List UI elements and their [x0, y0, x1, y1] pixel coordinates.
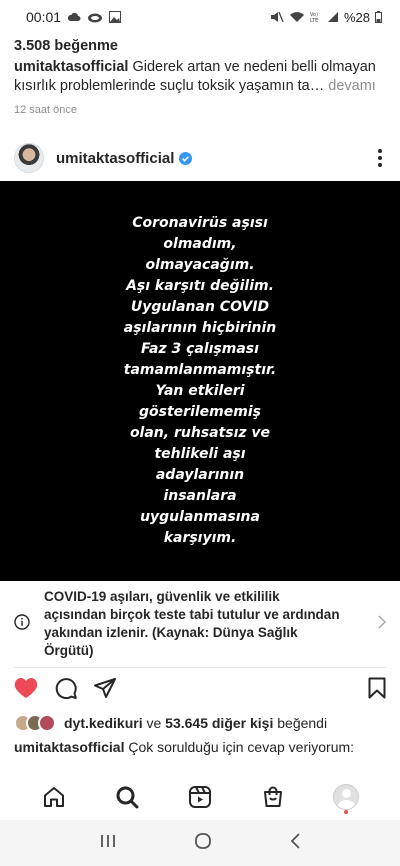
like-heart-icon[interactable]	[14, 677, 38, 704]
covid-info-text: COVID-19 aşıları, güvenlik ve etkililik …	[44, 589, 340, 658]
more-options-button[interactable]	[374, 143, 386, 173]
signal-icon	[327, 11, 339, 23]
battery-icon	[375, 11, 382, 23]
divider	[14, 667, 386, 668]
status-bar: 00:01 Vo) LTE %28	[0, 0, 400, 34]
search-icon[interactable]	[109, 779, 145, 815]
post-image-text: Coronavirüs aşısı olmadım, olmayacağım. …	[123, 215, 277, 546]
verified-badge-icon	[179, 151, 193, 165]
android-navigation-bar	[0, 820, 400, 866]
post-author-username[interactable]: umitaktasofficial	[56, 150, 174, 167]
reels-icon[interactable]	[182, 779, 218, 815]
cloud-icon	[67, 12, 81, 22]
wifi-icon	[289, 11, 305, 23]
home-icon[interactable]	[36, 779, 72, 815]
recent-apps-icon[interactable]	[99, 833, 117, 854]
previous-post-footer: 3.508 beğenme umitaktasofficial Giderek …	[14, 38, 386, 116]
previous-post-caption[interactable]: umitaktasofficial Giderek artan ve neden…	[14, 58, 386, 96]
back-icon[interactable]	[289, 832, 301, 855]
post-header: umitaktasofficial	[0, 138, 400, 178]
caption-username[interactable]: umitaktasofficial	[14, 739, 124, 755]
mute-icon	[270, 11, 284, 23]
liked-by-row[interactable]: dyt.kedikuri ve 53.645 diğer kişi beğend…	[14, 712, 394, 734]
status-time: 00:01	[26, 9, 62, 25]
caption-more-link[interactable]: devamı	[328, 78, 376, 94]
caption-text: Çok sorulduğu için cevap veriyorum:	[128, 739, 355, 755]
post-image[interactable]: Coronavirüs aşısı olmadım, olmayacağım. …	[0, 181, 400, 581]
previous-post-likes[interactable]: 3.508 beğenme	[14, 38, 386, 54]
comment-icon[interactable]	[55, 677, 77, 704]
dot-icon	[378, 149, 382, 153]
liked-by-conjunction: ve	[146, 715, 162, 731]
share-icon[interactable]	[94, 677, 116, 703]
covid-info-banner[interactable]: COVID-19 aşıları, güvenlik ve etkililik …	[0, 584, 400, 664]
status-left: 00:01	[26, 9, 122, 25]
dot-icon	[378, 163, 382, 167]
previous-post-time: 12 saat önce	[14, 104, 77, 116]
post-actions	[0, 676, 400, 704]
battery-percent: %28	[343, 9, 370, 25]
profile-icon	[332, 784, 359, 810]
liker-avatar	[38, 714, 56, 732]
liked-by-avatars	[14, 714, 56, 732]
save-bookmark-icon[interactable]	[368, 677, 386, 704]
shop-icon[interactable]	[255, 779, 291, 815]
profile-tab[interactable]	[328, 779, 364, 815]
post-caption[interactable]: umitaktasofficial Çok sorulduğu için cev…	[14, 739, 354, 755]
liked-by-username[interactable]: dyt.kedikuri	[64, 715, 143, 731]
bottom-navigation	[0, 776, 400, 818]
home-circle-icon[interactable]	[194, 832, 212, 855]
svg-text:LTE: LTE	[310, 18, 318, 23]
previous-post-username[interactable]: umitaktasofficial	[14, 59, 128, 75]
volte-icon: Vo) LTE	[310, 11, 322, 23]
notification-dot	[343, 810, 348, 814]
status-right: Vo) LTE %28	[270, 10, 382, 25]
post-author-avatar[interactable]	[14, 143, 44, 173]
cloud-sun-icon	[87, 12, 103, 23]
gallery-icon	[109, 11, 122, 23]
dot-icon	[378, 156, 382, 160]
info-icon	[14, 613, 30, 635]
liked-by-suffix: beğendi	[277, 715, 328, 731]
chevron-right-icon	[378, 614, 387, 634]
liked-by-others[interactable]: 53.645 diğer kişi	[165, 715, 273, 731]
